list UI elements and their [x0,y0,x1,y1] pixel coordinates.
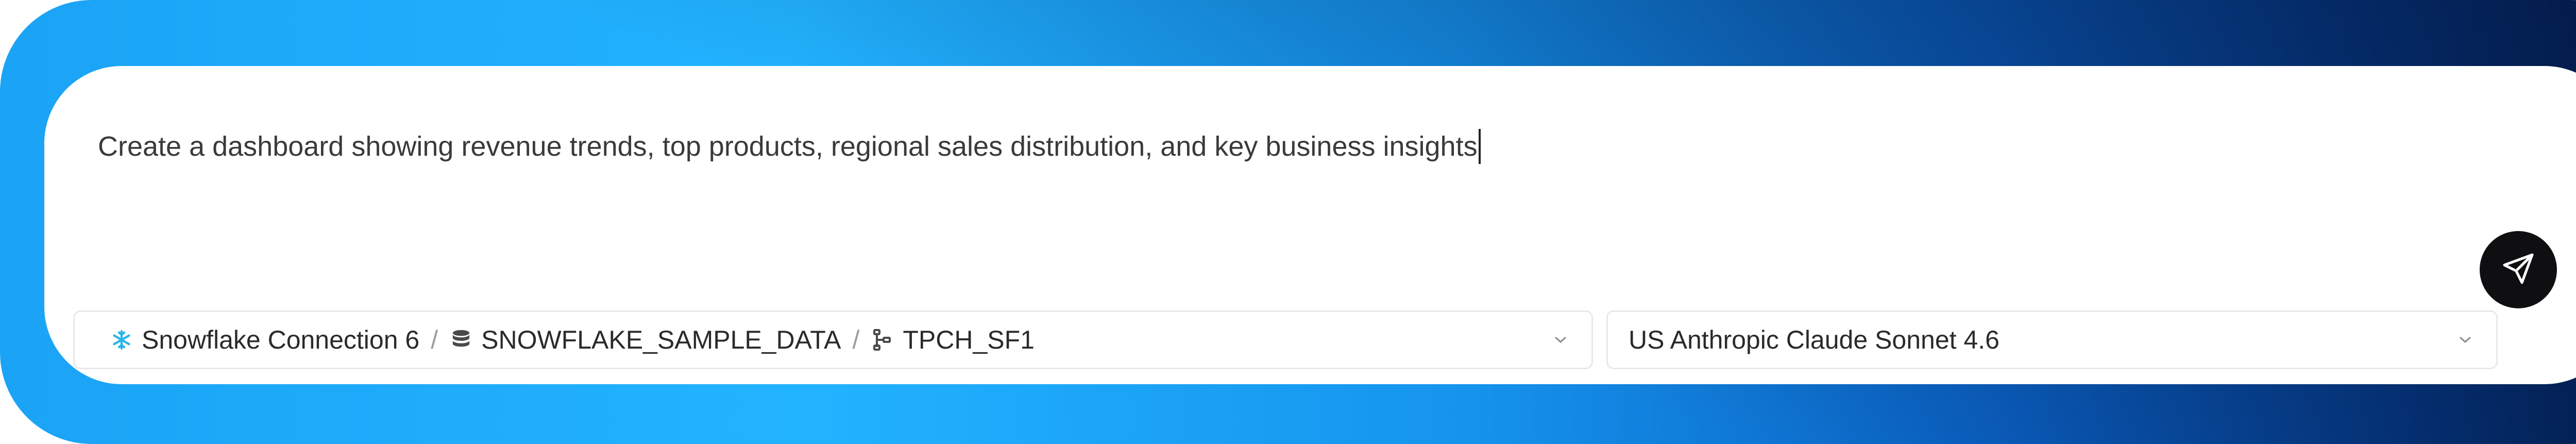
database-icon [449,328,473,352]
chat-input-card: Create a dashboard showing revenue trend… [44,66,2576,384]
connection-selector[interactable]: Snowflake Connection 6 / SNOWFLAKE_SAMPL… [73,310,1593,369]
breadcrumb-separator: / [431,325,438,354]
send-icon [2501,251,2536,289]
schema-crumb: TPCH_SF1 [871,325,1035,355]
model-name: US Anthropic Claude Sonnet 4.6 [1629,325,1999,354]
prompt-text: Create a dashboard showing revenue trend… [98,131,1478,162]
gradient-frame: Create a dashboard showing revenue trend… [0,0,2576,444]
chevron-down-icon [1550,330,1571,350]
send-button[interactable] [2480,231,2557,308]
model-selector[interactable]: US Anthropic Claude Sonnet 4.6 [1606,310,2498,369]
schema-icon [871,328,894,352]
snowflake-icon [110,328,133,352]
database-name: SNOWFLAKE_SAMPLE_DATA [481,325,841,354]
database-crumb: SNOWFLAKE_SAMPLE_DATA [449,325,841,355]
text-caret [1478,129,1481,164]
breadcrumb-separator: / [852,325,860,354]
connection-name: Snowflake Connection 6 [142,325,420,354]
connection-crumb: Snowflake Connection 6 [110,325,419,355]
schema-name: TPCH_SF1 [903,325,1035,354]
chevron-down-icon [2455,330,2476,350]
prompt-input[interactable]: Create a dashboard showing revenue trend… [98,116,2519,177]
